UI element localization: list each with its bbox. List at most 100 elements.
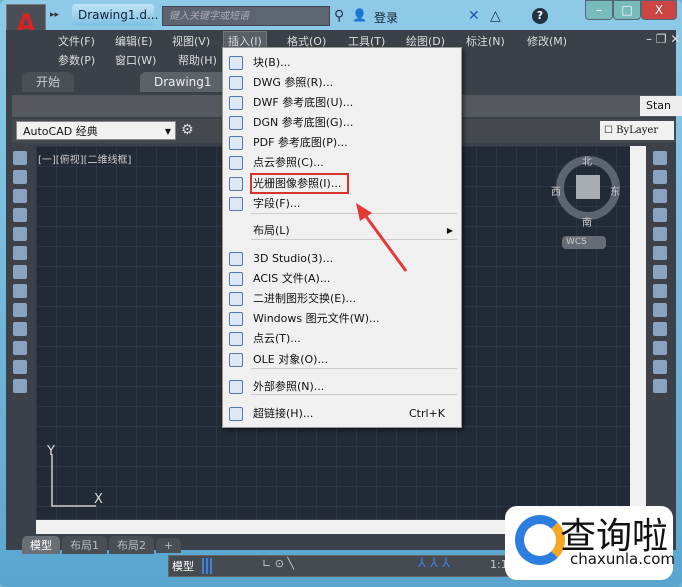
menu-window[interactable]: 窗口(W) <box>115 52 156 68</box>
insert-block-icon[interactable] <box>13 303 27 317</box>
polyline-icon[interactable] <box>13 170 27 184</box>
close-button[interactable]: X <box>641 0 677 20</box>
doc-window-controls[interactable]: – ❐ ✕ <box>646 32 680 46</box>
document-title: Drawing1.d... <box>72 4 158 26</box>
mtext-icon[interactable] <box>13 379 27 393</box>
watermark-url: chaxunla.com <box>570 550 675 568</box>
spline-icon[interactable] <box>13 265 27 279</box>
circle-icon[interactable] <box>13 246 27 260</box>
viewcube[interactable] <box>576 175 600 199</box>
search-input[interactable]: 键入关键字或短语 <box>162 6 330 26</box>
tab-layout1[interactable]: 布局1 <box>62 536 107 554</box>
compass-north[interactable]: 北 <box>582 153 592 168</box>
fillet-icon[interactable] <box>653 379 667 393</box>
menu-edit[interactable]: 编辑(E) <box>115 33 153 49</box>
menu-item-label: DWF 参考底图(U)... <box>253 96 354 109</box>
erase-icon[interactable] <box>653 151 667 165</box>
ortho-icon[interactable]: ∟ ⊙ ╲ <box>262 557 294 570</box>
viewport-label[interactable]: [一][俯视][二维线框] <box>38 151 131 166</box>
color-select[interactable]: ☐ ByLayer <box>600 121 674 140</box>
status-model-button[interactable]: 模型 <box>172 558 194 574</box>
exchange-icon[interactable]: ✕ <box>468 8 480 24</box>
workspace-select[interactable]: AutoCAD 经典 ▼ <box>16 121 176 140</box>
offset-icon[interactable] <box>653 208 667 222</box>
menu-parametric[interactable]: 参数(P) <box>58 52 95 68</box>
compass-south[interactable]: 南 <box>582 214 592 229</box>
menu-modify[interactable]: 修改(M) <box>527 33 567 49</box>
menu-item[interactable]: PDF 参考底图(P)... <box>223 133 461 153</box>
menu-item-label: DWG 参照(R)... <box>253 76 334 89</box>
menu-item[interactable]: DGN 参考底图(G)... <box>223 113 461 133</box>
menu-item[interactable]: 点云(T)... <box>223 329 461 349</box>
tab-model[interactable]: 模型 <box>22 536 60 554</box>
menu-item[interactable]: Windows 图元文件(W)... <box>223 309 461 329</box>
hatch-icon[interactable] <box>13 341 27 355</box>
highlight-box <box>250 173 349 194</box>
table-icon[interactable] <box>13 360 27 374</box>
polygon-icon[interactable] <box>13 189 27 203</box>
menu-file[interactable]: 文件(F) <box>58 33 95 49</box>
quick-access-expand-icon[interactable]: ▸▸ <box>50 10 59 20</box>
menu-item[interactable]: 块(B)... <box>223 53 461 73</box>
draw-toolbar <box>8 146 32 538</box>
ellipse-icon[interactable] <box>13 284 27 298</box>
move-icon[interactable] <box>653 246 667 260</box>
import-icon <box>229 312 243 326</box>
dgn-icon <box>229 116 243 130</box>
add-layout-button[interactable]: + <box>156 538 182 553</box>
pdf-icon <box>229 136 243 150</box>
scale-icon[interactable] <box>653 284 667 298</box>
break-icon[interactable] <box>653 360 667 374</box>
compass-west[interactable]: 西 <box>551 183 561 198</box>
binoculars-icon[interactable]: ⚲ <box>334 8 344 24</box>
menu-item[interactable]: DWG 参照(R)... <box>223 73 461 93</box>
menu-item[interactable]: 二进制图形交换(E)... <box>223 289 461 309</box>
rectangle-icon[interactable] <box>13 208 27 222</box>
menu-item-label: 外部参照(N)... <box>253 380 325 393</box>
menu-item[interactable]: DWF 参考底图(U)... <box>223 93 461 113</box>
text-style-select[interactable]: Stan <box>640 96 682 116</box>
wcs-menu[interactable]: WCS <box>562 236 606 249</box>
rotate-icon[interactable] <box>653 265 667 279</box>
menu-help[interactable]: 帮助(H) <box>178 52 217 68</box>
maximize-button[interactable]: □ <box>613 0 641 20</box>
line-icon[interactable] <box>13 151 27 165</box>
gear-icon[interactable]: ⚙ <box>181 122 194 138</box>
menu-item[interactable]: 超链接(H)... Ctrl+K <box>223 404 461 424</box>
menu-item[interactable]: OLE 对象(O)... <box>223 350 461 370</box>
extend-icon[interactable] <box>653 341 667 355</box>
ole-icon <box>229 353 243 367</box>
annotation-icon[interactable]: ⅄ ⅄ ⅄ <box>418 556 450 571</box>
menu-item-label: OLE 对象(O)... <box>253 353 328 366</box>
red-arrow-annotation <box>356 203 408 272</box>
minimize-button[interactable]: – <box>585 0 613 20</box>
menu-item-label: 布局(L) <box>253 224 290 237</box>
menu-item[interactable]: 外部参照(N)... <box>223 377 461 397</box>
menu-item-label: 块(B)... <box>253 56 291 69</box>
point-icon[interactable] <box>13 322 27 336</box>
stretch-icon[interactable] <box>653 303 667 317</box>
tab-layout2[interactable]: 布局2 <box>109 536 154 554</box>
tab-drawing1[interactable]: Drawing1 <box>140 72 226 92</box>
tab-start[interactable]: 开始 <box>22 72 75 92</box>
watermark-logo-icon <box>515 515 565 565</box>
trim-icon[interactable] <box>653 322 667 336</box>
login-button[interactable]: 登录 <box>374 9 398 26</box>
menu-item[interactable]: 点云参照(C)... <box>223 153 461 173</box>
hyperlink-icon <box>229 407 243 421</box>
ucs-x-label: X <box>94 492 103 507</box>
help-button[interactable]: ? <box>532 8 548 24</box>
a360-icon[interactable]: △ <box>490 8 501 24</box>
copy-icon[interactable] <box>653 170 667 184</box>
menu-item-label: 超链接(H)... <box>253 407 314 420</box>
menu-dimension[interactable]: 标注(N) <box>466 33 505 49</box>
vertical-scrollbar[interactable] <box>630 146 646 519</box>
array-icon[interactable] <box>653 227 667 241</box>
arc-icon[interactable] <box>13 227 27 241</box>
menu-view[interactable]: 视图(V) <box>172 33 210 49</box>
menu-item-label: ACIS 文件(A)... <box>253 272 331 285</box>
grid-icon[interactable] <box>202 558 214 574</box>
mirror-icon[interactable] <box>653 189 667 203</box>
layout-tabs: 模型 布局1 布局2 + <box>22 536 183 554</box>
compass-east[interactable]: 东 <box>610 183 620 198</box>
